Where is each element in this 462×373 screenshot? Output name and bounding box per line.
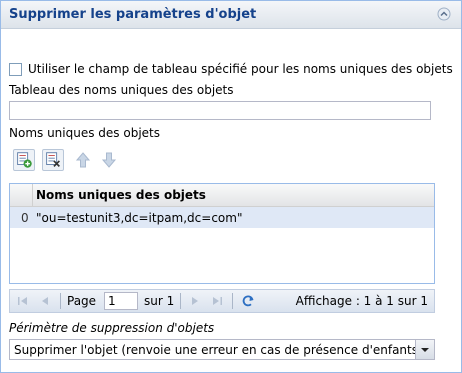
arrow-down-icon[interactable] bbox=[98, 149, 120, 171]
last-page-icon[interactable] bbox=[210, 294, 224, 308]
chevron-down-icon bbox=[421, 348, 429, 352]
next-page-icon[interactable] bbox=[188, 294, 202, 308]
arrow-up-icon[interactable] bbox=[72, 149, 94, 171]
use-array-checkbox[interactable] bbox=[9, 63, 22, 76]
panel-title: Supprimer les paramètres d'objet bbox=[9, 7, 257, 22]
column-header-dn[interactable]: Noms uniques des objets bbox=[36, 188, 206, 202]
grid-header: Noms uniques des objets bbox=[10, 184, 434, 207]
delete-row-icon[interactable] bbox=[42, 149, 64, 171]
scope-selected-value: Supprimer l'objet (renvoie une erreur en… bbox=[14, 343, 423, 357]
delete-object-panel: Supprimer les paramètres d'objet Utilise… bbox=[0, 0, 462, 373]
row-number: 0 bbox=[21, 211, 29, 225]
pager-separator bbox=[232, 293, 233, 309]
row-number-header bbox=[10, 184, 33, 206]
page-number-input[interactable] bbox=[104, 292, 138, 310]
page-count-label: sur 1 bbox=[144, 294, 175, 308]
page-label: Page bbox=[67, 294, 97, 308]
paging-toolbar: Page sur 1 Affichage : 1 à 1 sur 1 bbox=[9, 289, 435, 313]
use-array-checkbox-label: Utiliser le champ de tableau spécifié po… bbox=[28, 62, 453, 76]
scope-label: Périmètre de suppression d'objets bbox=[9, 321, 215, 335]
refresh-icon[interactable] bbox=[241, 294, 255, 308]
first-page-icon[interactable] bbox=[16, 294, 30, 308]
array-field-input[interactable] bbox=[9, 101, 431, 120]
prev-page-icon[interactable] bbox=[38, 294, 52, 308]
table-row[interactable]: 0 "ou=testunit3,dc=itpam,dc=com" bbox=[10, 207, 434, 228]
pager-separator bbox=[60, 293, 61, 309]
pager-separator bbox=[180, 293, 181, 309]
dropdown-button[interactable] bbox=[415, 340, 434, 359]
panel-header: Supprimer les paramètres d'objet bbox=[1, 1, 461, 29]
add-row-icon[interactable] bbox=[13, 149, 35, 171]
display-info: Affichage : 1 à 1 sur 1 bbox=[295, 294, 428, 308]
array-field-label: Tableau des noms uniques des objets bbox=[9, 83, 234, 97]
scope-select[interactable]: Supprimer l'objet (renvoie une erreur en… bbox=[9, 339, 435, 360]
chevron-up-icon[interactable] bbox=[437, 7, 451, 21]
dn-list-label: Noms uniques des objets bbox=[9, 126, 160, 140]
row-value[interactable]: "ou=testunit3,dc=itpam,dc=com" bbox=[36, 211, 242, 225]
dn-grid: Noms uniques des objets 0 "ou=testunit3,… bbox=[9, 183, 435, 284]
